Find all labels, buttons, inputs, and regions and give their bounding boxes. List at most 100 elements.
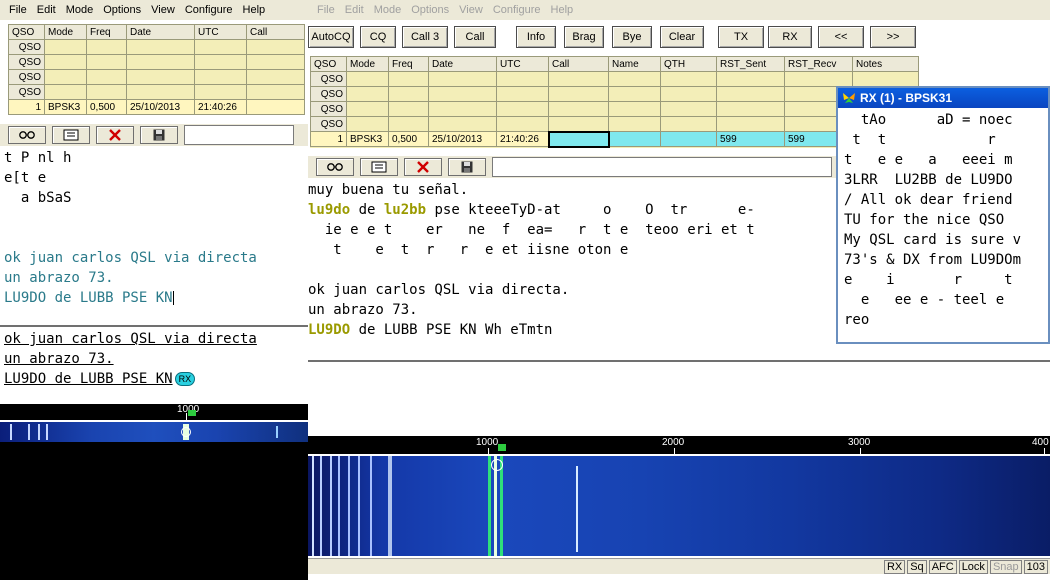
log-cell[interactable]	[784, 71, 853, 87]
log-row[interactable]: QSO	[310, 116, 919, 132]
menu-item-configure[interactable]: Configure	[488, 0, 546, 20]
log-cell[interactable]	[660, 71, 717, 87]
log-cell[interactable]	[716, 116, 785, 132]
log-row[interactable]: QSO	[310, 71, 919, 87]
macro-button-bye[interactable]: Bye	[612, 26, 652, 48]
menu-item-mode[interactable]: Mode	[369, 0, 407, 20]
next-button[interactable]: >>	[870, 26, 916, 48]
log-row[interactable]: QSO	[8, 84, 305, 100]
log-cell[interactable]: QSO	[8, 69, 45, 85]
log-cell[interactable]	[428, 116, 497, 132]
menu-item-help[interactable]: Help	[546, 0, 579, 20]
log-header-mode[interactable]: Mode	[346, 56, 389, 72]
log-cell[interactable]	[86, 69, 127, 85]
log-cell[interactable]	[496, 101, 549, 117]
macro-button-cq[interactable]: CQ	[360, 26, 396, 48]
log-cell[interactable]	[716, 71, 785, 87]
log-header-date[interactable]: Date	[428, 56, 497, 72]
macro-button-call[interactable]: Call	[454, 26, 496, 48]
log-cell[interactable]: 0,500	[86, 99, 127, 115]
log-cell[interactable]	[428, 71, 497, 87]
log-cell[interactable]: QSO	[310, 116, 347, 132]
log-header-mode[interactable]: Mode	[44, 24, 87, 40]
log-cell[interactable]	[608, 71, 661, 87]
prev-button[interactable]: <<	[818, 26, 864, 48]
log-row[interactable]: QSO	[8, 39, 305, 55]
log-cell[interactable]	[496, 116, 549, 132]
menu-item-help[interactable]: Help	[238, 0, 271, 20]
log-cell[interactable]	[126, 69, 195, 85]
log-cell[interactable]: 25/10/2013	[126, 99, 195, 115]
log-cell[interactable]: 1	[310, 131, 347, 147]
log-header-freq[interactable]: Freq	[388, 56, 429, 72]
log-cell[interactable]	[548, 101, 609, 117]
status-snap[interactable]: Snap	[989, 559, 1022, 574]
left-splitter[interactable]	[0, 325, 308, 327]
menu-item-view[interactable]: View	[454, 0, 488, 20]
log-cell[interactable]	[660, 116, 717, 132]
log-row[interactable]: QSO	[310, 86, 919, 102]
status-lock[interactable]: Lock	[958, 559, 988, 574]
left-waterfall[interactable]	[0, 422, 308, 442]
log-cell[interactable]	[346, 101, 389, 117]
log-cell[interactable]: 0,500	[388, 131, 429, 147]
rx-popup-window[interactable]: RX (1) - BPSK31 tAo aD = noec t t r t e e…	[836, 86, 1050, 344]
log-cell[interactable]	[388, 101, 429, 117]
log-cell[interactable]	[194, 69, 247, 85]
log-cell[interactable]	[428, 86, 497, 102]
log-cell[interactable]	[660, 86, 717, 102]
log-cell[interactable]	[548, 116, 609, 132]
log-row[interactable]: QSO	[8, 69, 305, 85]
log-cell[interactable]	[716, 86, 785, 102]
log-header-qso[interactable]: QSO	[8, 24, 45, 40]
menu-item-configure[interactable]: Configure	[180, 0, 238, 20]
log-row[interactable]: 1 BPSK3 0,500 25/10/2013 21:40:26 599 599	[310, 130, 919, 148]
log-row[interactable]: QSO	[8, 54, 305, 70]
left-tx-input[interactable]: ok juan carlos QSL via directa un abrazo …	[4, 329, 308, 393]
log-cell[interactable]	[547, 130, 610, 148]
macro-button-brag[interactable]: Brag	[564, 26, 604, 48]
log-header-freq[interactable]: Freq	[86, 24, 127, 40]
right-waterfall[interactable]	[308, 456, 1050, 556]
menu-item-options[interactable]: Options	[406, 0, 454, 20]
status-103[interactable]: 103	[1023, 559, 1048, 574]
log-cell[interactable]: 21:40:26	[194, 99, 247, 115]
log-header-name[interactable]: Name	[608, 56, 661, 72]
log-header-qso[interactable]: QSO	[310, 56, 347, 72]
menu-item-file[interactable]: File	[4, 0, 32, 20]
log-cell[interactable]	[194, 39, 247, 55]
log-cell[interactable]: BPSK3	[44, 99, 87, 115]
log-cell[interactable]	[194, 84, 247, 100]
menu-item-edit[interactable]: Edit	[32, 0, 61, 20]
log-cell[interactable]	[716, 101, 785, 117]
status-sq[interactable]: Sq	[907, 559, 927, 574]
log-header-call[interactable]: Call	[246, 24, 305, 40]
log-cell[interactable]: BPSK3	[346, 131, 389, 147]
log-cell[interactable]: QSO	[310, 86, 347, 102]
log-cell[interactable]	[428, 101, 497, 117]
save-button[interactable]	[448, 158, 486, 176]
log-cell[interactable]: 21:40:26	[496, 131, 549, 147]
find-button[interactable]	[8, 126, 46, 144]
rx-popup-titlebar[interactable]: RX (1) - BPSK31	[838, 88, 1048, 108]
log-cell[interactable]	[246, 99, 305, 115]
right-tx-input[interactable]	[308, 362, 1050, 430]
log-cell[interactable]: 599	[716, 131, 785, 147]
log-cell[interactable]: QSO	[8, 54, 45, 70]
log-cell[interactable]: QSO	[8, 84, 45, 100]
log-cell[interactable]	[246, 84, 305, 100]
macro-button-rx[interactable]: RX	[768, 26, 812, 48]
macro-button-tx[interactable]: TX	[718, 26, 764, 48]
edit-log-button[interactable]	[52, 126, 90, 144]
log-header-utc[interactable]: UTC	[496, 56, 549, 72]
log-cell[interactable]	[388, 71, 429, 87]
log-cell[interactable]	[346, 71, 389, 87]
log-cell[interactable]	[246, 54, 305, 70]
right-call-input[interactable]	[492, 157, 832, 177]
menu-item-mode[interactable]: Mode	[61, 0, 99, 20]
log-cell[interactable]	[86, 39, 127, 55]
log-cell[interactable]	[346, 116, 389, 132]
log-cell[interactable]	[126, 39, 195, 55]
left-call-input[interactable]	[184, 125, 294, 145]
menu-item-file[interactable]: File	[312, 0, 340, 20]
